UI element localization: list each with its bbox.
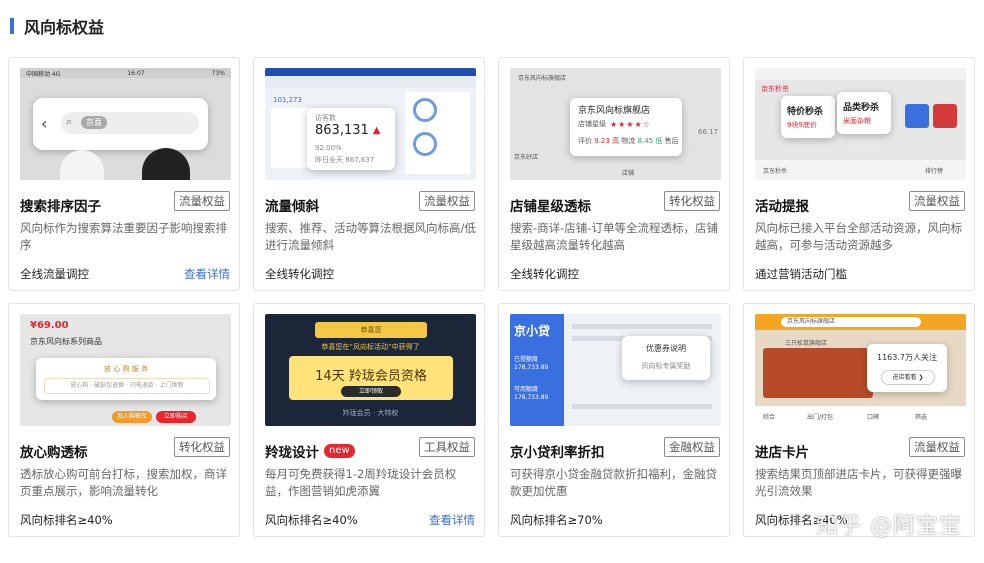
benefit-card-jd-loan[interactable]: 京小贷 已授额度 178,733.89 可用额度 178,733.89 优惠券说… — [498, 303, 730, 537]
bg-left-text: 京东好店 — [514, 154, 539, 161]
promo-top-badge: 恭喜您 — [315, 322, 427, 338]
section-accent-bar — [10, 18, 14, 34]
follower-popup: 1163.7万人关注 进店看看 ❯ — [867, 344, 947, 392]
status-battery: 73% — [211, 69, 225, 77]
view-details-link[interactable]: 查看详情 — [429, 512, 475, 528]
mascot-white — [60, 150, 104, 180]
brand-logo: 京小贷 — [514, 324, 551, 338]
card-condition: 风向标排名≥40% — [265, 513, 358, 527]
card-tag: 流量权益 — [174, 191, 230, 211]
card-condition: 风向标排名≥40% — [20, 513, 113, 527]
card-thumbnail: 恭喜您 恭喜您在“风向标活动”中获得了 14天 羚珑会员资格 立即领取 羚珑会员… — [265, 314, 476, 426]
search-chip: 京喜 — [81, 116, 107, 129]
side-value: 101,273 — [273, 96, 302, 104]
flash-sale-popup-2: 品类秒杀 米面杂粮 — [837, 92, 891, 134]
card-tag: 流量权益 — [419, 191, 475, 211]
watermark: 知乎 @阿宝宝 — [816, 514, 962, 539]
search-bar: 京东风向标旗舰店 — [781, 317, 921, 327]
card-title: 搜索排序因子 — [20, 199, 101, 215]
card-tag: 转化权益 — [664, 191, 720, 211]
benefit-card-linglong-design[interactable]: 恭喜您 恭喜您在“风向标活动”中获得了 14天 羚珑会员资格 立即领取 羚珑会员… — [253, 303, 485, 537]
promo-top-text: 恭喜您在“风向标活动”中获得了 — [321, 343, 420, 351]
bg-bottom-2: 排行榜 — [925, 168, 944, 175]
promo-title: 14天 羚珑会员资格 — [315, 369, 427, 384]
coupon-popup: 优惠券说明 风向标专属奖励 — [622, 336, 710, 380]
card-condition: 通过营销活动门槛 — [755, 267, 847, 281]
visitor-popup: 访客数 863,131 ▲ 92.00% 昨日全天 867,637 — [307, 108, 395, 170]
star-rating-icon: ★★★★☆ — [610, 119, 651, 129]
bg-bottom-text: 店铺 — [622, 170, 635, 177]
search-bar-popup: ‹ ⌕ 京喜 — [33, 98, 208, 150]
card-condition: 全线转化调控 — [265, 267, 334, 281]
card-thumbnail: 京东秒杀 京东秒杀 排行榜 特价秒杀 9块9底价 品类秒杀 米面杂粮 — [755, 68, 966, 180]
card-thumbnail: 京小贷 已授额度 178,733.89 可用额度 178,733.89 优惠券说… — [510, 314, 721, 426]
benefit-card-worry-free[interactable]: ¥69.00 京东风向标系列商品 放 心 购 服 务 放心购 · 破损包退换 ·… — [8, 303, 240, 537]
flash-sale-popup-1: 特价秒杀 9块9底价 — [781, 96, 835, 138]
claim-button: 立即领取 — [341, 386, 401, 397]
prev-label: 昨日全天 — [315, 156, 343, 164]
promo-footer: 羚珑会员 · 大特权 — [342, 409, 399, 417]
card-condition: 风向标排名≥70% — [510, 513, 603, 527]
section-title: 风向标权益 — [24, 18, 105, 37]
card-thumbnail: ¥69.00 京东风向标系列商品 放 心 购 服 务 放心购 · 破损包退换 ·… — [20, 314, 231, 426]
bg-side-value: 66.17 — [698, 128, 719, 136]
card-description: 每月可免费获得1-2周羚珑设计会员权益，作图营销如虎添翼 — [265, 467, 457, 498]
status-time: 16:07 — [127, 69, 145, 77]
card-thumbnail: 京东风向标旗舰店 京东好店 66.17 店铺 京东风向标旗舰店 店铺星级 ★★★… — [510, 68, 721, 180]
bg-topbar: 京东秒杀 — [761, 85, 789, 93]
card-description: 风向标作为搜索算法重要因子影响搜索排序 — [20, 221, 227, 252]
mascot-black — [142, 148, 190, 180]
product-price: ¥69.00 — [30, 320, 69, 331]
card-title: 放心购透标 — [20, 445, 88, 461]
card-condition: 全线转化调控 — [510, 267, 579, 281]
status-carrier: 中国移动 4G — [26, 70, 61, 78]
card-description: 可获得京小贷金融贷款折扣福利，金融贷款更加优惠 — [510, 467, 717, 498]
search-icon: ⌕ — [66, 115, 73, 128]
card-title: 进店卡片 — [755, 445, 809, 461]
buy-now-button: 立即购买 — [156, 411, 196, 423]
up-triangle-icon: ▲ — [372, 125, 381, 136]
card-title: 流量倾斜 — [265, 199, 319, 215]
card-description: 搜索-商详-店铺-订单等全流程透标，店铺星级越高流量转化越高 — [510, 221, 718, 252]
visitor-label: 访客数 — [315, 114, 336, 122]
card-tag: 流量权益 — [909, 191, 965, 211]
product-title: 京东风向标系列商品 — [30, 337, 102, 346]
benefit-card-activity[interactable]: 京东秒杀 京东秒杀 排行榜 特价秒杀 9块9底价 品类秒杀 米面杂粮 活动提报 … — [743, 57, 975, 291]
card-condition: 全线流量调控 — [20, 267, 89, 281]
card-description: 搜索结果页顶部进店卡片，可获得更强曝光引流效果 — [755, 467, 962, 498]
card-description: 透标放心购可前台打标，搜索加权，商详页重点展示，影响流量转化 — [20, 467, 227, 498]
section-header: 风向标权益 — [10, 12, 104, 40]
card-tag: 流量权益 — [909, 437, 965, 457]
bg-bottom-1: 京东秒杀 — [763, 168, 788, 175]
prev-value: 867,637 — [345, 156, 375, 164]
star-label: 店铺星级 — [578, 120, 606, 128]
card-title: 京小贷利率折扣 — [510, 445, 605, 461]
back-arrow-icon: ‹ — [41, 114, 48, 133]
bg-shop-label: 三只松鼠旗舰店 — [785, 340, 828, 347]
card-title: 活动提报 — [755, 199, 809, 215]
visitor-rate: 92.00% — [315, 144, 342, 152]
shop-name: 京东风向标旗舰店 — [578, 106, 651, 116]
new-badge: new — [324, 444, 355, 458]
worry-free-panel: 放 心 购 服 务 放心购 · 破损包退换 · 闪电退款 · 上门换新 — [36, 358, 216, 400]
card-tag: 工具权益 — [419, 437, 475, 457]
add-to-cart-button: 加入购物车 — [112, 411, 152, 423]
card-thumbnail: 京东风向标旗舰店 三只松鼠旗舰店 综合 出门/打包 口碑 筛选 1163.7万人… — [755, 314, 966, 426]
benefit-card-shop-stars[interactable]: 京东风向标旗舰店 京东好店 66.17 店铺 京东风向标旗舰店 店铺星级 ★★★… — [498, 57, 730, 291]
benefit-card-shop-entry[interactable]: 京东风向标旗舰店 三只松鼠旗舰店 综合 出门/打包 口碑 筛选 1163.7万人… — [743, 303, 975, 537]
card-title: 店铺星级透标 — [510, 199, 591, 215]
card-title: 羚珑设计 new — [265, 441, 355, 461]
card-description: 风向标已接入平台全部活动资源，风向标越高，可参与活动资源越多 — [755, 221, 962, 252]
bg-shop-name: 京东风向标旗舰店 — [518, 75, 567, 82]
benefit-card-search-ranking[interactable]: 中国移动 4G 16:07 73% ‹ ⌕ 京喜 搜索排序因子 流量权益 风向标… — [8, 57, 240, 291]
visitor-value: 863,131 — [315, 123, 369, 138]
card-tag: 金融权益 — [664, 437, 720, 457]
card-tag: 转化权益 — [174, 437, 230, 457]
benefit-card-traffic-tilt[interactable]: 101,273 访客数 863,131 ▲ 92.00% 昨日全天 867,63… — [253, 57, 485, 291]
card-description: 搜索、推荐、活动等算法根据风向标高/低进行流量倾斜 — [265, 221, 476, 252]
view-details-link[interactable]: 查看详情 — [184, 266, 230, 282]
shop-star-popup: 京东风向标旗舰店 店铺星级 ★★★★☆ 评价 9.23 高 物流 8.45 低 … — [570, 98, 682, 156]
card-thumbnail: 101,273 访客数 863,131 ▲ 92.00% 昨日全天 867,63… — [265, 68, 476, 180]
card-thumbnail: 中国移动 4G 16:07 73% ‹ ⌕ 京喜 — [20, 68, 231, 180]
